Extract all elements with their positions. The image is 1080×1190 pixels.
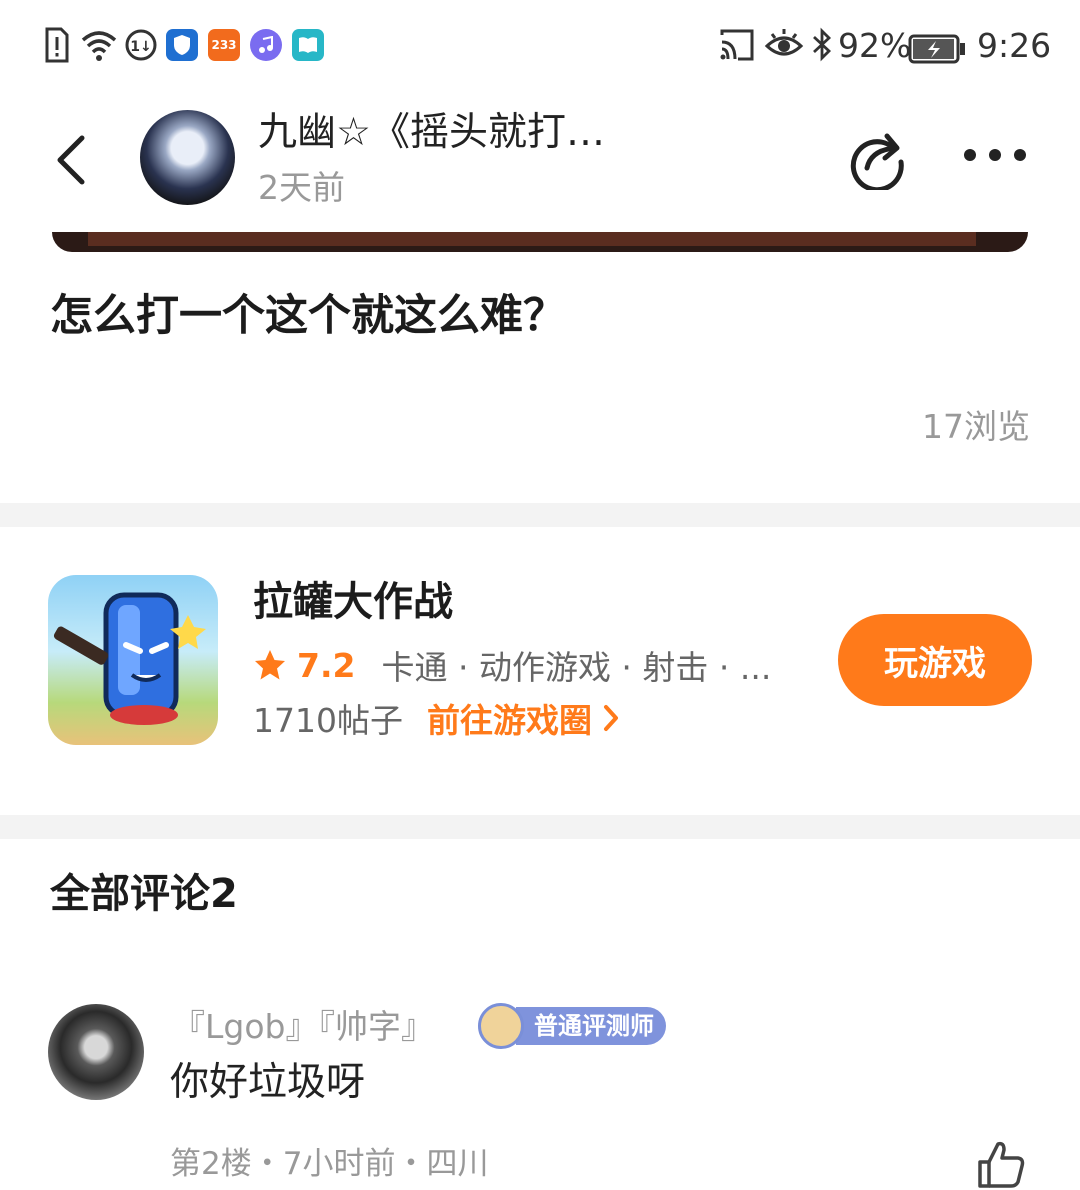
commenter-name[interactable]: 『Lgob』『帅字』 (172, 1004, 434, 1050)
back-arrow-icon[interactable] (48, 128, 98, 192)
status-bar: 1↓ 233 92% 9:26 (0, 0, 1080, 92)
eye-comfort-icon (764, 29, 804, 56)
shield-app-icon (166, 29, 198, 61)
game-rating: 7.2 (297, 645, 356, 685)
post-time: 2天前 (258, 168, 345, 207)
share-icon[interactable] (845, 126, 909, 190)
wifi-icon (81, 31, 117, 61)
section-divider (0, 815, 1080, 839)
game-posts-row: 1710帖子 前往游戏圈 (253, 694, 620, 742)
post-title: 怎么打一个这个就这么难？ (50, 291, 566, 341)
app-233-icon: 233 (208, 29, 240, 61)
badge-label: 普通评测师 (516, 1007, 666, 1045)
data-saver-icon: 1↓ (125, 29, 157, 61)
game-info-row: 7.2 卡通 · 动作游戏 · 射击 · ... (253, 642, 771, 688)
like-thumb-icon[interactable] (976, 1138, 1028, 1190)
post-image[interactable] (52, 232, 1028, 252)
comment-text: 你好垃圾呀 (170, 1060, 366, 1105)
battery-charging-icon (908, 34, 965, 64)
goto-label: 前往游戏圈 (426, 701, 592, 740)
badge-avatar-icon (478, 1003, 524, 1049)
game-tags: 卡通 · 动作游戏 · 射击 · ... (381, 648, 772, 687)
book-app-icon (292, 29, 324, 61)
comments-header: 全部评论2 (50, 871, 238, 917)
battery-percent: 92% (838, 26, 912, 65)
music-app-icon (250, 29, 282, 61)
view-count: 17浏览 (922, 407, 1030, 446)
play-game-button[interactable]: 玩游戏 (838, 614, 1032, 706)
sim-alert-icon (45, 27, 69, 63)
more-options-icon[interactable] (960, 140, 1030, 170)
game-name[interactable]: 拉罐大作战 (253, 574, 453, 630)
comment-meta: 第2楼・7小时前・四川 (170, 1146, 489, 1182)
star-icon (255, 650, 285, 680)
clock: 9:26 (977, 26, 1052, 65)
reviewer-badge: 普通评测师 (478, 1003, 666, 1049)
page-title[interactable]: 九幽☆《摇头就打… (258, 108, 605, 158)
section-divider (0, 503, 1080, 527)
cast-icon (720, 29, 754, 61)
game-icon[interactable] (48, 575, 218, 745)
svg-text:1↓: 1↓ (130, 39, 151, 55)
bluetooth-icon (813, 27, 832, 62)
post-count: 1710帖子 (253, 701, 403, 740)
chevron-right-icon (603, 705, 618, 731)
commenter-avatar[interactable] (48, 1004, 144, 1100)
author-avatar[interactable] (140, 110, 235, 205)
goto-game-circle-link[interactable]: 前往游戏圈 (427, 694, 620, 742)
